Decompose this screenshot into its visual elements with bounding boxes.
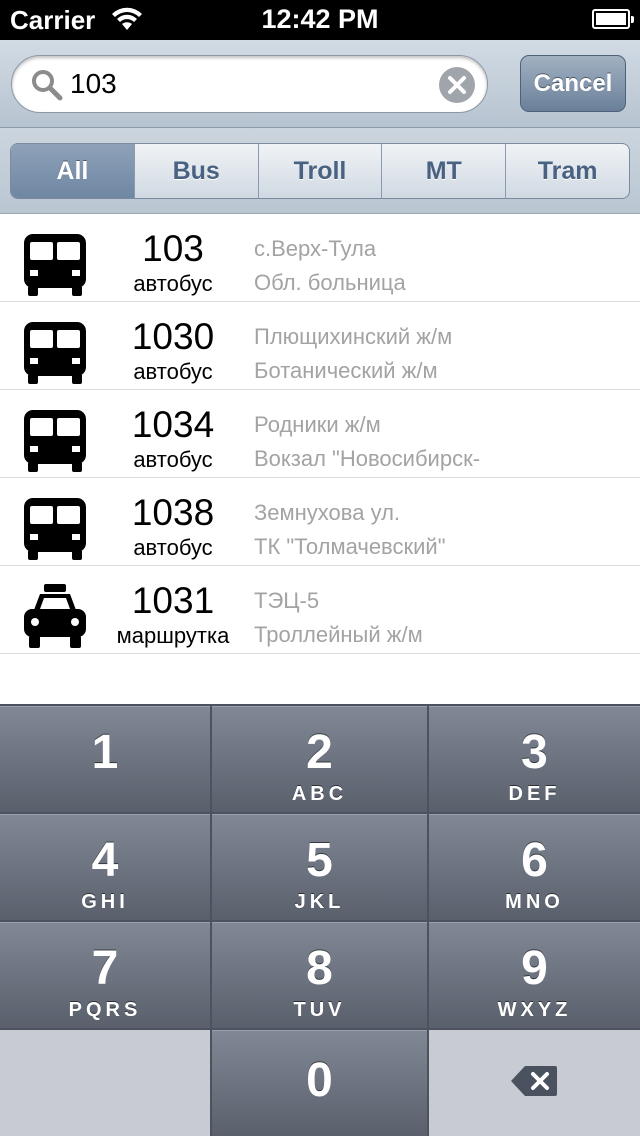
backspace-icon xyxy=(511,1066,557,1096)
filter-bar: All Bus Troll MT Tram xyxy=(0,128,640,214)
route-type: маршрутка xyxy=(116,623,230,648)
route-end: Вокзал "Новосибирск- xyxy=(254,446,481,471)
key-digit: 1 xyxy=(91,726,119,779)
key-letters: TUV xyxy=(293,999,346,1021)
key-6[interactable]: 6 MNO xyxy=(429,814,640,920)
list-item[interactable]: 1038 автобус Земнухова ул. ТК "Толмачевс… xyxy=(0,478,640,566)
filter-bus[interactable]: Bus xyxy=(133,144,258,198)
route-number: 1034 xyxy=(131,404,215,445)
key-letters: GHI xyxy=(81,891,129,913)
key-2[interactable]: 2 ABC xyxy=(212,706,427,812)
filter-tram[interactable]: Tram xyxy=(505,144,629,198)
route-end: Обл. больница xyxy=(254,270,406,295)
route-start: Земнухова ул. xyxy=(254,500,401,525)
clear-icon[interactable] xyxy=(439,67,475,103)
key-letters: ABC xyxy=(291,783,348,805)
key-8[interactable]: 8 TUV xyxy=(212,922,427,1028)
route-start: с.Верх-Тула xyxy=(254,236,377,261)
bus-icon xyxy=(24,234,86,296)
search-bar: Cancel xyxy=(0,40,640,128)
status-time: 12:42 PM xyxy=(261,4,379,34)
key-letters: JKL xyxy=(294,891,345,913)
route-number: 1038 xyxy=(131,492,215,533)
key-digit: 7 xyxy=(91,942,119,995)
key-4[interactable]: 4 GHI xyxy=(0,814,210,920)
key-5[interactable]: 5 JKL xyxy=(212,814,427,920)
key-blank xyxy=(0,1030,210,1136)
transport-filter: All Bus Troll MT Tram xyxy=(10,143,630,199)
route-number: 1030 xyxy=(131,316,215,357)
route-type: автобус xyxy=(133,271,213,296)
taxi-icon xyxy=(24,584,86,648)
filter-all[interactable]: All xyxy=(11,144,134,198)
search-field[interactable] xyxy=(11,55,488,113)
filter-mt[interactable]: MT xyxy=(381,144,505,198)
list-item[interactable]: 1034 автобус Родники ж/м Вокзал "Новосиб… xyxy=(0,390,640,478)
bus-icon xyxy=(24,410,86,472)
key-digit: 2 xyxy=(306,726,333,779)
key-digit: 6 xyxy=(521,834,548,887)
route-end: Троллейный ж/м xyxy=(254,622,423,647)
route-type: автобус xyxy=(133,535,213,560)
numeric-keypad: 1 2 ABC 3 DEF 4 GHI 5 JKL 6 MNO 7 PQRS 8… xyxy=(0,704,640,1136)
route-start: ТЭЦ-5 xyxy=(254,588,320,613)
route-end: Ботанический ж/м xyxy=(254,358,438,383)
key-letters: DEF xyxy=(508,783,561,805)
list-item[interactable]: 103 автобус с.Верх-Тула Обл. больница xyxy=(0,214,640,302)
status-bar: Carrier 12:42 PM xyxy=(0,0,640,40)
search-input[interactable] xyxy=(70,64,430,104)
delete-key[interactable] xyxy=(429,1030,640,1136)
route-number: 1031 xyxy=(131,580,215,621)
bus-icon xyxy=(24,498,86,560)
filter-troll[interactable]: Troll xyxy=(257,144,382,198)
key-digit: 8 xyxy=(306,942,333,995)
results-list: 103 автобус с.Верх-Тула Обл. больница 10… xyxy=(0,214,640,654)
route-start: Плющихинский ж/м xyxy=(254,324,453,349)
list-item[interactable]: 1030 автобус Плющихинский ж/м Ботаническ… xyxy=(0,302,640,390)
key-digit: 0 xyxy=(306,1054,333,1107)
key-letters: PQRS xyxy=(68,999,142,1021)
route-number: 103 xyxy=(142,228,204,269)
list-item[interactable]: 1031 маршрутка ТЭЦ-5 Троллейный ж/м xyxy=(0,566,640,654)
key-7[interactable]: 7 PQRS xyxy=(0,922,210,1028)
cancel-button[interactable]: Cancel xyxy=(520,55,626,112)
key-9[interactable]: 9 WXYZ xyxy=(429,922,640,1028)
search-icon xyxy=(32,70,63,101)
route-end: ТК "Толмачевский" xyxy=(254,534,446,559)
key-0[interactable]: 0 xyxy=(212,1030,427,1136)
bus-icon xyxy=(24,322,86,384)
route-start: Родники ж/м xyxy=(254,412,381,437)
key-digit: 9 xyxy=(521,942,548,995)
key-digit: 4 xyxy=(91,834,119,887)
battery-icon xyxy=(592,9,634,29)
route-type: автобус xyxy=(133,447,213,472)
key-3[interactable]: 3 DEF xyxy=(429,706,640,812)
key-1[interactable]: 1 xyxy=(0,706,210,812)
key-letters: WXYZ xyxy=(497,999,572,1021)
key-letters: MNO xyxy=(505,891,564,913)
route-type: автобус xyxy=(133,359,213,384)
key-digit: 5 xyxy=(306,834,333,887)
key-digit: 3 xyxy=(521,726,548,779)
